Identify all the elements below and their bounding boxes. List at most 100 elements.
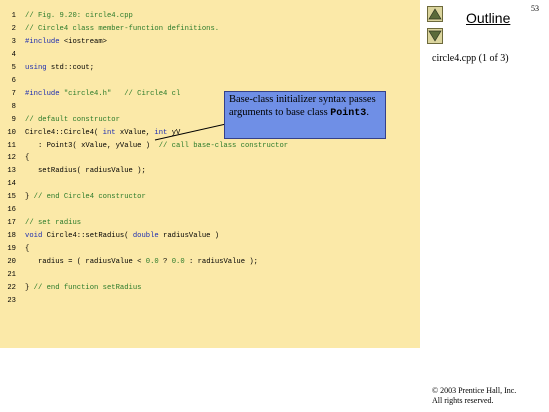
line-number: 10 xyxy=(7,128,16,137)
line-number: 19 xyxy=(7,245,16,254)
code-token: xValue, xyxy=(115,128,155,137)
code-token: yV xyxy=(167,128,181,137)
code-text: // default constructor xyxy=(25,114,120,126)
code-token: ? xyxy=(158,258,172,267)
page-number: 53 xyxy=(531,4,539,13)
code-line: 11 : Point3( xValue, yValue ) // call ba… xyxy=(0,140,420,152)
code-text: : Point3( xValue, yValue ) // call base-… xyxy=(25,140,288,152)
code-line: 16 xyxy=(0,204,420,216)
line-number: 6 xyxy=(11,76,16,85)
code-text: Circle4::Circle4( int xValue, int yV xyxy=(25,127,180,139)
code-token: radius = ( radiusValue < xyxy=(25,258,146,267)
triangle-up-icon xyxy=(428,8,442,20)
copyright-line-1: © 2003 Prentice Hall, Inc. xyxy=(432,386,517,395)
next-slide-button[interactable] xyxy=(427,28,443,44)
code-panel: 1 // Fig. 9.20: circle4.cpp 2 // Circle4 cl… xyxy=(0,0,420,348)
code-text: #include <iostream> xyxy=(25,36,107,48)
copyright-line-2: All rights reserved. xyxy=(432,396,494,405)
code-token: Circle4::Circle4( xyxy=(25,128,103,137)
code-text: void Circle4::setRadius( double radiusVa… xyxy=(25,230,219,242)
code-token: radiusValue ) xyxy=(158,232,220,241)
code-token: // end Circle4 constructor xyxy=(33,193,146,202)
line-number: 17 xyxy=(7,219,16,228)
triangle-down-icon xyxy=(428,30,442,42)
line-number: 16 xyxy=(7,206,16,215)
code-text: // Circle4 class member-function definit… xyxy=(25,23,219,35)
code-token: setRadius( radiusValue ); xyxy=(25,167,146,176)
code-line: 18 void Circle4::setRadius( double radius… xyxy=(0,230,420,242)
code-text: using std::cout; xyxy=(25,62,94,74)
line-number: 15 xyxy=(7,193,16,202)
code-token: #include xyxy=(25,89,60,98)
line-number: 20 xyxy=(7,258,16,267)
code-line: 22} // end function setRadius xyxy=(0,282,420,294)
line-number: 1 xyxy=(11,12,16,20)
line-number: 23 xyxy=(7,296,16,305)
code-token: : radiusValue ); xyxy=(184,258,258,267)
callout-box: Base-class initializer syntax passes arg… xyxy=(224,91,386,139)
code-text: } // end function setRadius xyxy=(25,282,141,294)
code-token: // default constructor xyxy=(25,115,120,124)
line-number: 5 xyxy=(11,63,16,72)
code-token: <iostream> xyxy=(59,37,107,46)
line-number: 22 xyxy=(7,283,16,292)
outline-title[interactable]: Outline xyxy=(466,10,510,26)
code-token: #include xyxy=(25,37,60,46)
code-token: // call base-class constructor xyxy=(158,141,289,150)
code-line: 1 // Fig. 9.20: circle4.cpp xyxy=(0,10,420,22)
line-number: 3 xyxy=(11,37,16,46)
code-token: Circle4::setRadius( xyxy=(42,232,133,241)
code-line: 12 { xyxy=(0,152,420,164)
code-token: // set radius xyxy=(25,219,82,228)
code-token: // Circle4 class member-function definit… xyxy=(25,24,220,33)
code-token: : Point3( xValue, yValue ) xyxy=(25,141,159,150)
code-token: // end function setRadius xyxy=(33,283,142,292)
line-number: 12 xyxy=(7,154,16,163)
code-line: 15} // end Circle4 constructor xyxy=(0,191,420,203)
callout-code: Point3 xyxy=(330,107,367,119)
code-text: // Fig. 9.20: circle4.cpp xyxy=(25,10,133,22)
code-token: { xyxy=(25,154,30,163)
code-line: 14 xyxy=(0,178,420,190)
line-number: 13 xyxy=(7,167,16,176)
code-line: 6 xyxy=(0,75,420,87)
code-text: } // end Circle4 constructor xyxy=(25,191,146,203)
code-token: std::cout; xyxy=(46,63,95,72)
code-text: { xyxy=(25,243,29,255)
code-token: } xyxy=(25,283,34,292)
line-number: 4 xyxy=(11,50,16,59)
code-line: 23 xyxy=(0,295,420,307)
code-token: "circle4.h" xyxy=(63,89,112,98)
line-number: 8 xyxy=(11,102,16,111)
code-line: 17 // set radius xyxy=(0,217,420,229)
code-text: setRadius( radiusValue ); xyxy=(25,165,146,177)
code-token: 0.0 xyxy=(171,258,185,267)
code-text: // set radius xyxy=(25,217,81,229)
code-line: 4 xyxy=(0,49,420,61)
code-token: int xyxy=(154,128,168,137)
copyright: © 2003 Prentice Hall, Inc. All rights re… xyxy=(432,386,516,406)
code-line: 19 { xyxy=(0,243,420,255)
code-token: int xyxy=(102,128,116,137)
file-info: circle4.cpp (1 of 3) xyxy=(432,53,509,64)
code-line: 21 xyxy=(0,269,420,281)
line-number: 21 xyxy=(7,271,16,279)
code-text: radius = ( radiusValue < 0.0 ? 0.0 : rad… xyxy=(25,256,258,268)
code-token: } xyxy=(25,193,34,202)
code-token: using xyxy=(25,63,47,72)
code-line: 20 radius = ( radiusValue < 0.0 ? 0.0 : … xyxy=(0,256,420,268)
code-token: void xyxy=(25,232,43,241)
code-line: 3 #include <iostream> xyxy=(0,36,420,48)
code-token: 0.0 xyxy=(145,258,159,267)
line-number: 2 xyxy=(11,24,16,33)
code-token: // Circle4 cl xyxy=(111,89,181,98)
code-text: #include "circle4.h" // Circle4 cl xyxy=(25,88,180,100)
callout-text: Base-class initializer syntax passes arg… xyxy=(229,94,376,119)
line-number: 9 xyxy=(11,115,16,124)
code-token: { xyxy=(25,245,30,254)
previous-slide-button[interactable] xyxy=(427,6,443,22)
code-token: // Fig. 9.20: circle4.cpp xyxy=(25,12,133,20)
line-number: 11 xyxy=(7,141,16,150)
code-line: 2 // Circle4 class member-function defini… xyxy=(0,23,420,35)
code-token: double xyxy=(132,232,159,241)
